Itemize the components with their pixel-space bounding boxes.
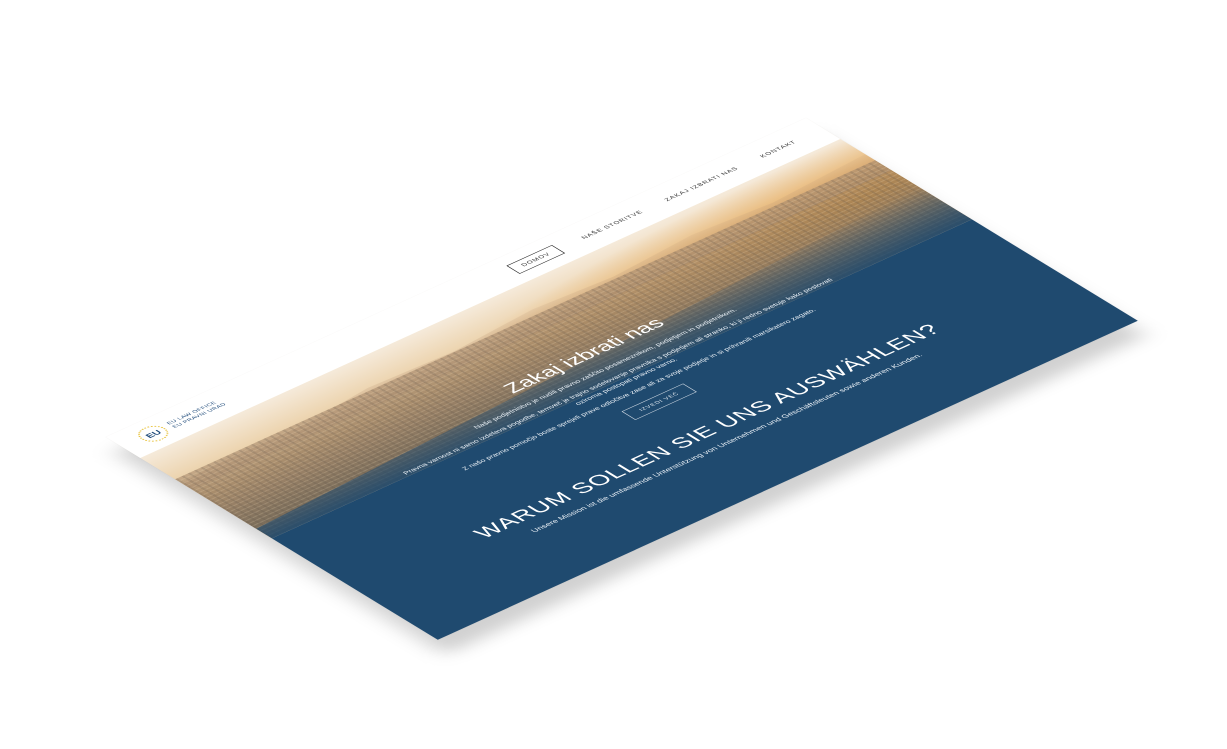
nav-contact[interactable]: KONTAKT <box>758 140 798 159</box>
mockup-scene: EU EU LAW OFFICE EU PRAVNI URAD DOMOV NA… <box>0 0 1227 749</box>
logo-line-1: EU LAW OFFICE <box>165 400 219 426</box>
eu-stars-icon: EU <box>131 422 175 445</box>
